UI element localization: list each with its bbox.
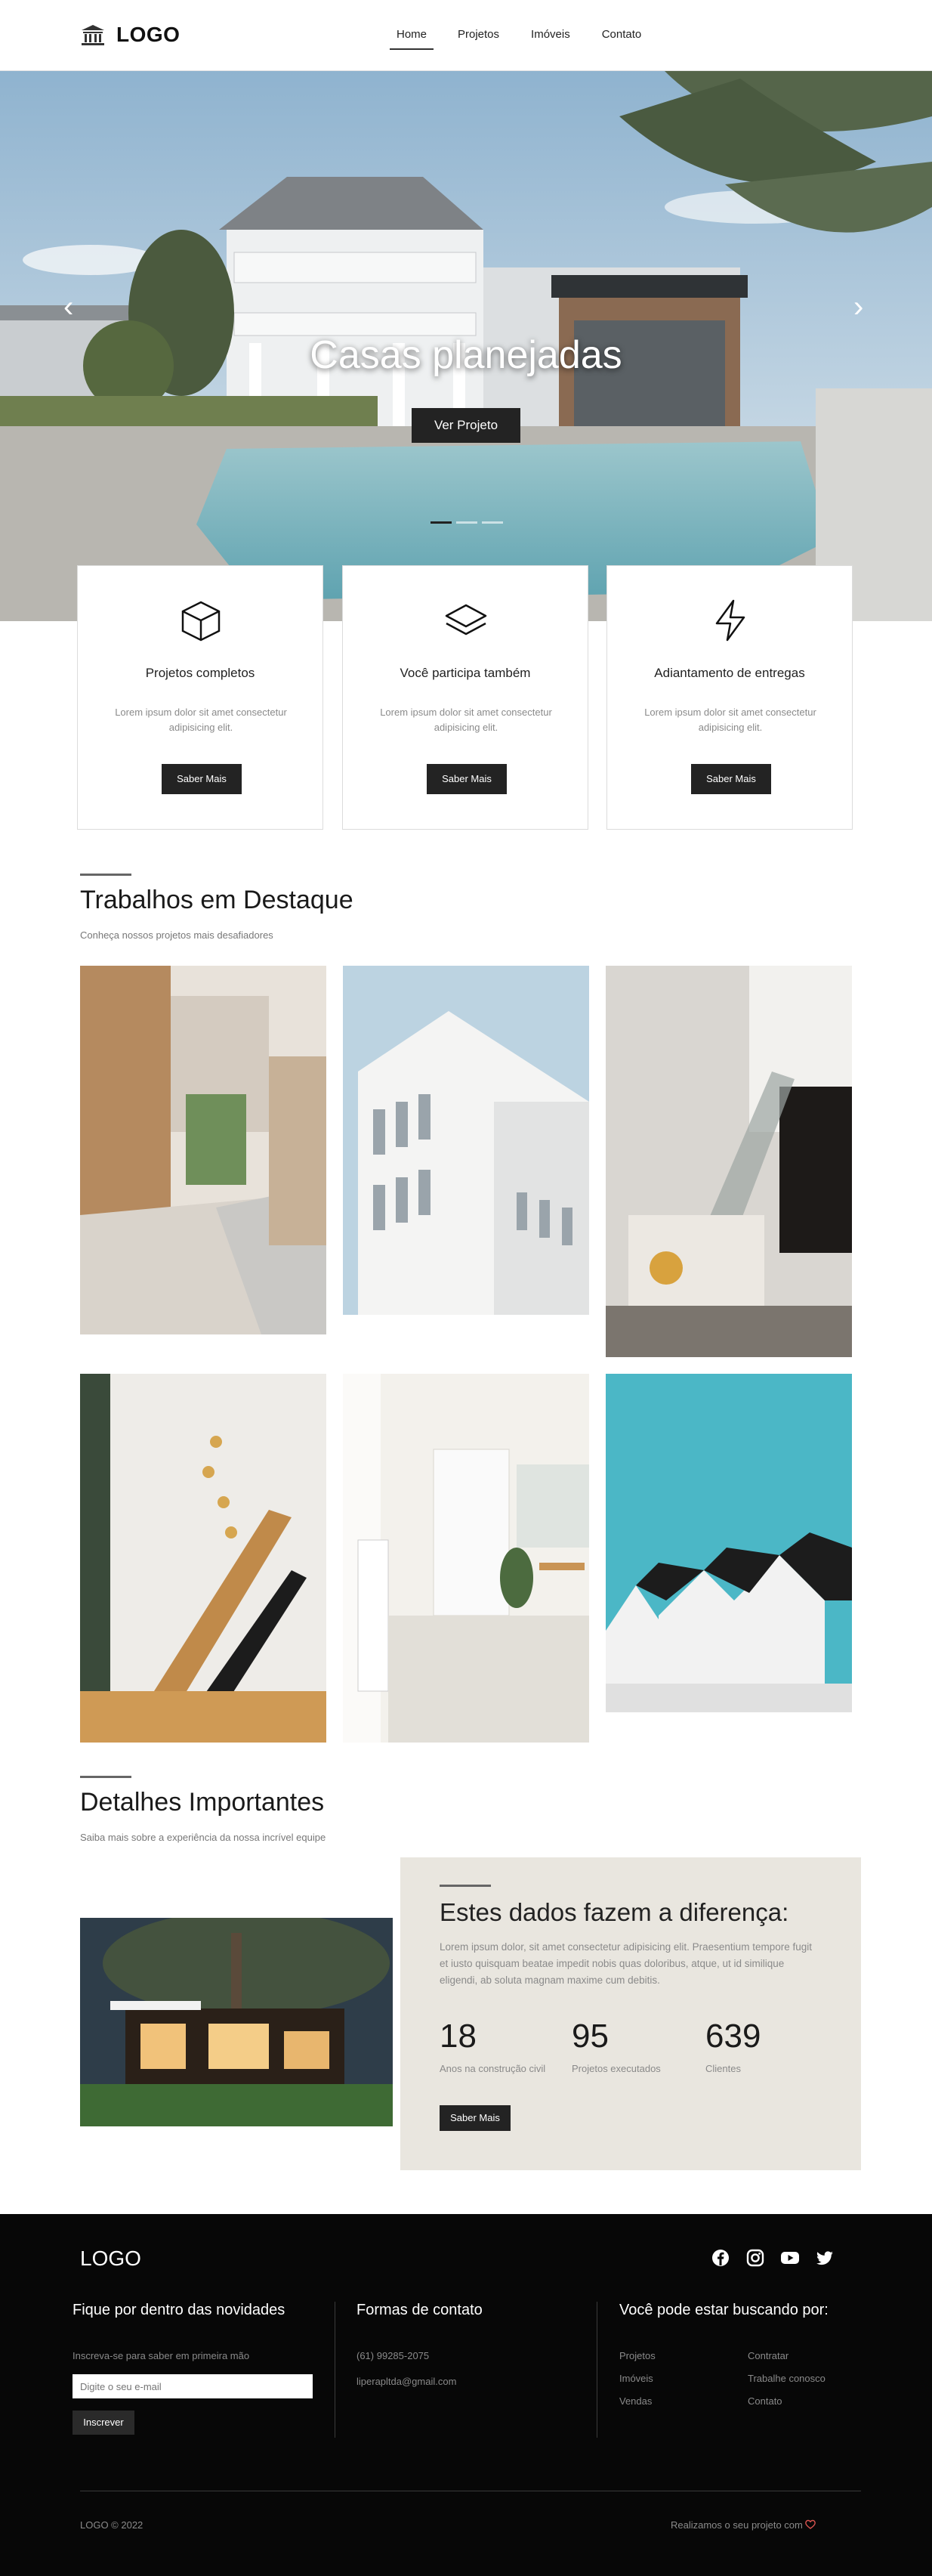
footer-link-imoveis[interactable]: Imóveis: [619, 2373, 653, 2384]
stat-number: 639: [705, 2018, 761, 2055]
heart-icon: [805, 2519, 816, 2529]
copyright-text: LOGO © 2022: [80, 2519, 144, 2531]
carousel-dot-3[interactable]: [482, 521, 503, 524]
gallery-photo-kitchen[interactable]: [80, 966, 326, 1334]
feature-text: Lorem ipsum dolor sit amet consectetur a…: [115, 707, 287, 733]
wooden-stairs-image: [80, 1374, 326, 1743]
carousel-indicators: [431, 521, 503, 524]
stats-title: Estes dados fazem a diferença:: [440, 1898, 789, 1926]
section-divider: [80, 1776, 131, 1778]
cube-icon: [181, 601, 221, 642]
details-title: Detalhes Importantes: [80, 1788, 325, 1817]
featured-subtitle: Conheça nossos projetos mais desafiadore…: [80, 929, 273, 941]
building-logo-icon: [82, 25, 104, 45]
stats-description: Lorem ipsum dolor, sit amet consectetur …: [440, 1941, 812, 1986]
featured-title: Trabalhos em Destaque: [80, 886, 353, 914]
learn-more-button[interactable]: Saber Mais: [162, 764, 242, 794]
stat-label: Projetos executados: [572, 2063, 661, 2074]
logo[interactable]: LOGO: [80, 23, 180, 47]
nav-imoveis[interactable]: Imóveis: [531, 27, 570, 50]
nav-contato[interactable]: Contato: [602, 27, 642, 50]
instagram-icon[interactable]: [745, 2247, 766, 2268]
footer-link-contato[interactable]: Contato: [748, 2395, 782, 2407]
newsletter-title: Fique por dentro das novidades: [73, 2302, 285, 2318]
prev-slide-icon[interactable]: ‹: [63, 290, 73, 324]
footer-link-projetos[interactable]: Projetos: [619, 2350, 656, 2361]
main-nav: Home Projetos Imóveis Contato: [390, 27, 641, 50]
links-title: Você pode estar buscando por:: [619, 2302, 829, 2318]
next-slide-icon[interactable]: ›: [853, 290, 863, 324]
feature-title: Adiantamento de entregas: [654, 666, 805, 680]
feature-card: Projetos completos Lorem ipsum dolor sit…: [77, 565, 323, 830]
feature-text: Lorem ipsum dolor sit amet consectetur a…: [380, 707, 552, 733]
carousel-dot-1[interactable]: [431, 521, 452, 524]
gallery-photo-building[interactable]: [343, 966, 589, 1315]
stats-learn-more-button[interactable]: Saber Mais: [440, 2105, 511, 2131]
newsletter-text: Inscreva-se para saber em primeira mão: [73, 2350, 250, 2361]
hallway-image: [343, 1374, 589, 1743]
email-input[interactable]: [73, 2374, 313, 2398]
view-project-button[interactable]: Ver Projeto: [412, 408, 520, 443]
carousel-dot-2[interactable]: [456, 521, 477, 524]
footer-link-trabalhe-conosco[interactable]: Trabalhe conosco: [748, 2373, 826, 2384]
hero-carousel: ‹ › Casas planejadas Ver Projeto: [0, 71, 932, 621]
footer-link-vendas[interactable]: Vendas: [619, 2395, 652, 2407]
subscribe-button[interactable]: Inscrever: [73, 2411, 134, 2435]
stat-number: 95: [572, 2018, 609, 2055]
modern-house-image: [80, 1918, 393, 2126]
credit-text: Realizamos o seu projeto com: [671, 2519, 816, 2531]
stat-number: 18: [440, 2018, 477, 2055]
feature-title: Projetos completos: [145, 666, 255, 680]
staircase-image: [606, 966, 852, 1357]
nav-projetos[interactable]: Projetos: [458, 27, 499, 50]
site-footer: LOGO Fique por dentro das novidades Insc…: [0, 2214, 932, 2576]
kitchen-image: [80, 966, 326, 1334]
lightning-icon: [715, 599, 745, 642]
modern-house-photo: [80, 1918, 393, 2126]
learn-more-button[interactable]: Saber Mais: [691, 764, 771, 794]
stat-label: Anos na construção civil: [440, 2063, 546, 2074]
contact-title: Formas de contato: [356, 2302, 483, 2318]
feature-text: Lorem ipsum dolor sit amet consectetur a…: [644, 707, 816, 733]
details-subtitle: Saiba mais sobre a experiência da nossa …: [80, 1832, 326, 1843]
gallery-photo-gable-houses[interactable]: [606, 1374, 852, 1712]
nav-home[interactable]: Home: [390, 27, 434, 50]
section-divider: [80, 874, 131, 876]
footer-logo[interactable]: LOGO: [80, 2247, 141, 2271]
feature-title: Você participa também: [400, 666, 531, 680]
logo-text: LOGO: [116, 23, 181, 46]
feature-card: Você participa também Lorem ipsum dolor …: [342, 565, 588, 830]
gallery-photo-hallway[interactable]: [343, 1374, 589, 1743]
contact-phone[interactable]: (61) 99285-2075: [356, 2350, 429, 2361]
youtube-icon[interactable]: [779, 2247, 801, 2268]
twitter-icon[interactable]: [814, 2247, 835, 2268]
facebook-icon[interactable]: [710, 2247, 731, 2268]
gallery-photo-staircase[interactable]: [606, 966, 852, 1357]
section-divider: [440, 1885, 491, 1887]
site-header: LOGO Home Projetos Imóveis Contato: [0, 0, 932, 71]
feature-card: Adiantamento de entregas Lorem ipsum dol…: [606, 565, 853, 830]
building-image: [343, 966, 589, 1315]
stat-label: Clientes: [705, 2063, 741, 2074]
gallery-photo-stairs-wood[interactable]: [80, 1374, 326, 1743]
layers-icon: [445, 604, 487, 635]
hero-title: Casas planejadas: [310, 333, 622, 377]
learn-more-button[interactable]: Saber Mais: [427, 764, 507, 794]
footer-link-contratar[interactable]: Contratar: [748, 2350, 788, 2361]
gable-houses-image: [606, 1374, 852, 1712]
contact-email[interactable]: liperapltda@gmail.com: [356, 2376, 456, 2387]
credit-label: Realizamos o seu projeto com: [671, 2519, 803, 2531]
